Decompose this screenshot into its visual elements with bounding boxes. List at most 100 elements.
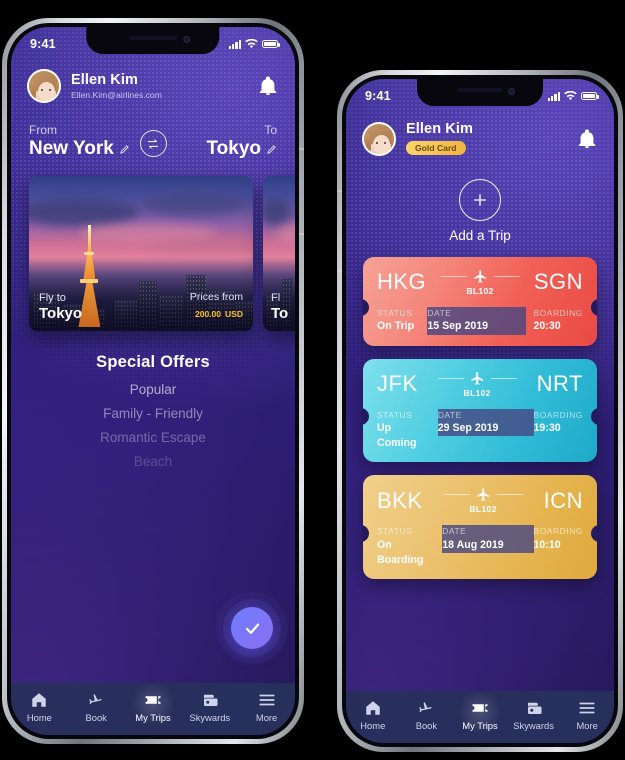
table-row[interactable]: HKG BL102 SGN STATUS On Trip DATE 15 Sep… (363, 256, 597, 346)
nav-item-more[interactable]: More (560, 699, 614, 731)
ticket-flight-number: BL102 (463, 387, 491, 398)
ticket-status-value: On Trip (377, 320, 415, 333)
list-item[interactable]: Family - Friendly (11, 406, 295, 421)
home-icon (32, 693, 47, 707)
special-offers-section: Special Offers Popular Family - Friendly… (11, 353, 295, 478)
check-icon (245, 622, 259, 634)
notch (417, 79, 543, 106)
menu-icon (579, 702, 595, 714)
plane-icon (419, 702, 434, 713)
nav-item-skywards[interactable]: Skywards (507, 699, 561, 731)
list-item[interactable]: Romantic Escape (11, 430, 295, 445)
confirm-fab[interactable] (216, 592, 288, 664)
nav-label: My Trips (462, 720, 498, 731)
list-item[interactable]: Beach (11, 454, 295, 469)
ticket-date-label: DATE (442, 526, 467, 537)
fly-to-label: Fly to (39, 291, 66, 304)
menu-icon (259, 694, 275, 706)
pencil-icon[interactable] (119, 144, 130, 155)
from-value: New York (29, 138, 114, 159)
front-camera (508, 88, 516, 95)
status-badge: Gold Card (406, 141, 466, 156)
avatar[interactable] (27, 69, 61, 103)
nav-label: Home (26, 712, 52, 723)
ticket-origin: BKK (377, 487, 423, 513)
destination-city: To (271, 305, 289, 322)
user-header-right: Ellen Kim Gold Card (346, 113, 614, 157)
wifi-icon (564, 91, 577, 101)
bell-icon[interactable] (576, 127, 598, 151)
ticket-status-value: On Boarding (377, 538, 424, 566)
ticket-icon (145, 696, 161, 704)
home-icon (366, 701, 380, 715)
nav-label: Book (85, 712, 107, 723)
screen-left: 9:41 Ellen Kim Ellen.Kim@airlines.com Fr… (11, 27, 295, 735)
ticket-date-value: 15 Sep 2019 (427, 320, 489, 333)
add-trip-label: Add a Trip (449, 227, 511, 243)
phone-right: 9:41 Ellen Kim Gold Card Add a Trip HKG … (337, 70, 623, 752)
destination-carousel[interactable]: Fly to Tokyo Prices from 200.00 USD Fl T… (11, 176, 295, 331)
ticket-icon (472, 704, 488, 712)
nav-item-my-trips[interactable]: My Trips (125, 682, 182, 726)
notch (86, 27, 220, 54)
ticket-status-label: STATUS (377, 526, 413, 537)
user-email: Ellen.Kim@airlines.com (71, 89, 162, 100)
bottom-nav-left: Home Book My Trips Skywards More (11, 682, 295, 735)
ticket-origin: HKG (377, 269, 427, 295)
nav-item-my-trips[interactable]: My Trips (453, 690, 507, 734)
ticket-destination: SGN (533, 269, 583, 295)
plane-icon (470, 371, 485, 386)
nav-item-book[interactable]: Book (400, 699, 454, 731)
table-row[interactable]: JFK BL102 NRT STATUS Up Coming DATE 29 S… (363, 358, 597, 463)
ticket-boarding-label: BOARDING (533, 307, 583, 318)
plus-icon (474, 194, 486, 206)
add-trip-button[interactable] (459, 178, 501, 221)
scene: 9:41 Ellen Kim Gold Card Add a Trip HKG … (0, 0, 625, 760)
battery-icon (262, 39, 280, 49)
nav-item-home[interactable]: Home (11, 691, 68, 723)
signal-bars-icon (228, 39, 241, 49)
from-field[interactable]: From New York (29, 123, 134, 160)
nav-item-book[interactable]: Book (68, 691, 125, 723)
ticket-date-value: 29 Sep 2019 (437, 421, 499, 434)
avatar[interactable] (362, 121, 396, 156)
signal-bars-icon (547, 91, 560, 101)
destination-city: Tokyo (39, 305, 83, 322)
nav-item-more[interactable]: More (238, 691, 295, 723)
battery-icon (581, 91, 599, 101)
ticket-date-label: DATE (427, 307, 452, 318)
user-header-left: Ellen Kim Ellen.Kim@airlines.com (11, 61, 295, 103)
route-selector: From New York To Tokyo (11, 103, 295, 160)
nav-label: My Trips (135, 712, 171, 723)
nav-item-home[interactable]: Home (346, 699, 400, 731)
nav-item-skywards[interactable]: Skywards (181, 691, 238, 723)
swap-icon[interactable] (139, 130, 167, 157)
to-value: Tokyo (206, 138, 261, 159)
nav-label: Book (415, 720, 438, 731)
cards-icon (527, 702, 542, 714)
ticket-status-label: STATUS (377, 409, 413, 420)
bell-icon[interactable] (257, 74, 279, 98)
plane-icon (476, 487, 491, 502)
speaker (128, 36, 178, 40)
nav-label: More (576, 720, 598, 731)
destination-card-next[interactable]: Fl To (263, 176, 295, 331)
status-time: 9:41 (365, 89, 391, 103)
user-name: Ellen Kim (71, 71, 138, 88)
price-label: Prices from (189, 290, 243, 303)
front-camera (183, 36, 191, 43)
ticket-status-value: Up Coming (377, 421, 417, 450)
ticket-origin: JFK (377, 371, 418, 397)
table-row[interactable]: BKK BL102 ICN STATUS On Boarding DATE 18… (363, 475, 597, 580)
screen-right: 9:41 Ellen Kim Gold Card Add a Trip HKG … (346, 79, 614, 743)
nav-label: Skywards (189, 712, 231, 723)
cards-icon (203, 694, 218, 706)
ticket-destination: NRT (536, 371, 583, 397)
list-item[interactable]: Popular (11, 382, 295, 397)
fly-to-label: Fl (271, 291, 281, 304)
app-my-trips: Ellen Kim Gold Card Add a Trip HKG BL102… (346, 79, 614, 743)
destination-card[interactable]: Fly to Tokyo Prices from 200.00 USD (29, 176, 253, 331)
ticket-boarding-value: 19:30 (533, 421, 561, 434)
to-field[interactable]: To Tokyo (173, 123, 277, 160)
pencil-icon[interactable] (266, 144, 277, 155)
